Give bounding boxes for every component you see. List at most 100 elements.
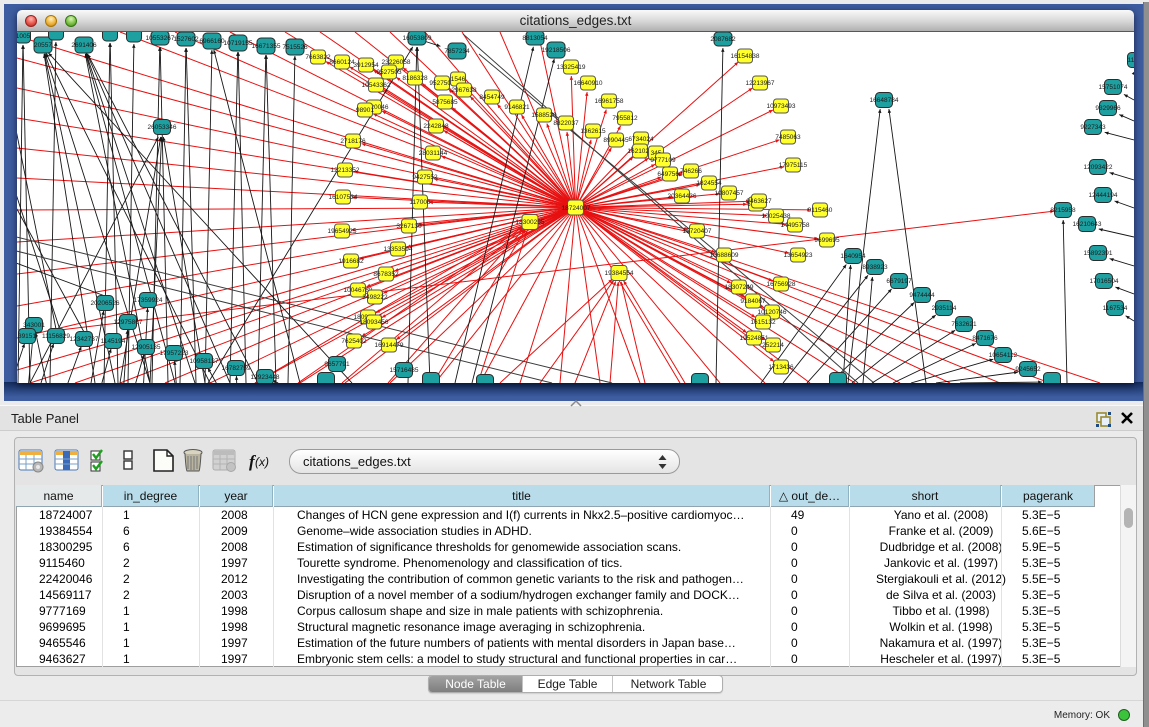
svg-text:10973493: 10973493 [767, 103, 796, 110]
svg-text:6966160: 6966160 [199, 38, 225, 45]
svg-text:13353594: 13353594 [384, 246, 413, 253]
svg-text:20557: 20557 [34, 42, 52, 49]
svg-text:18300295: 18300295 [516, 219, 545, 226]
svg-text:15716485: 15716485 [390, 367, 419, 374]
svg-text:9427552: 9427552 [412, 174, 438, 181]
svg-text:8215958: 8215958 [1050, 207, 1076, 214]
svg-text:12923448: 12923448 [251, 374, 280, 381]
svg-text:18724007: 18724007 [562, 205, 591, 212]
svg-text:15720407: 15720407 [683, 228, 712, 235]
svg-text:8471676: 8471676 [972, 335, 998, 342]
svg-text:39151: 39151 [18, 333, 36, 340]
svg-text:11156829: 11156829 [42, 333, 70, 340]
svg-text:10543362: 10543362 [362, 82, 391, 89]
svg-text:8990445: 8990445 [603, 137, 629, 144]
svg-text:10958127: 10958127 [190, 358, 219, 365]
svg-text:8186328: 8186328 [402, 75, 428, 82]
svg-text:9115460: 9115460 [808, 207, 833, 214]
svg-text:14495758: 14495758 [781, 222, 810, 229]
svg-text:1713436: 1713436 [768, 364, 794, 371]
svg-text:2935114: 2935114 [932, 305, 957, 312]
svg-text:9245652: 9245652 [1015, 366, 1041, 373]
svg-text:1527602: 1527602 [173, 36, 199, 43]
svg-text:3912954: 3912954 [353, 62, 379, 69]
svg-text:2718176: 2718176 [340, 138, 366, 145]
svg-text:8322037: 8322037 [553, 120, 579, 127]
svg-text:9329966: 9329966 [1095, 105, 1121, 112]
svg-text:7515526: 7515526 [282, 44, 308, 51]
svg-text:18093456: 18093456 [360, 319, 389, 326]
svg-text:19524851: 19524851 [740, 335, 769, 342]
svg-text:9463627: 9463627 [746, 198, 772, 205]
svg-text:10719155: 10719155 [224, 40, 253, 47]
svg-text:7625402: 7625402 [341, 338, 367, 345]
svg-text:8678352: 8678352 [373, 271, 399, 278]
svg-text:8660124: 8660124 [329, 59, 355, 66]
svg-text:16961758: 16961758 [595, 98, 624, 105]
svg-text:8938923: 8938923 [862, 264, 888, 271]
svg-text:252214: 252214 [762, 342, 784, 349]
svg-text:13654923: 13654923 [784, 252, 813, 259]
svg-text:10654112: 10654112 [989, 352, 1018, 359]
svg-text:9699695: 9699695 [814, 237, 840, 244]
svg-text:2087682: 2087682 [710, 36, 736, 43]
svg-text:16053809: 16053809 [403, 35, 432, 42]
svg-text:9657791: 9657791 [324, 361, 350, 368]
svg-text:7857234: 7857234 [444, 48, 470, 55]
svg-text:1824554: 1824554 [696, 180, 722, 187]
svg-text:17016504: 17016504 [1090, 278, 1119, 285]
svg-text:8454749: 8454749 [479, 94, 505, 101]
svg-text:(x): (x) [255, 455, 269, 469]
svg-text:3267130: 3267130 [396, 223, 422, 230]
svg-text:18307249: 18307249 [725, 284, 754, 291]
svg-text:9527503: 9527503 [376, 69, 402, 76]
svg-text:9474444: 9474444 [909, 292, 935, 299]
svg-text:12444194: 12444194 [1089, 192, 1118, 199]
svg-text:16914479: 16914479 [375, 342, 404, 349]
svg-text:17975115: 17975115 [779, 162, 808, 169]
svg-text:9777109: 9777109 [650, 157, 676, 164]
svg-text:20206526: 20206526 [91, 300, 120, 307]
svg-text:13325419: 13325419 [557, 64, 586, 71]
svg-text:7955812: 7955812 [612, 115, 638, 122]
svg-text:7632621: 7632621 [951, 321, 977, 328]
svg-text:17957223: 17957223 [160, 350, 189, 357]
svg-text:12213352: 12213352 [331, 167, 360, 174]
svg-text:16648784: 16648784 [870, 97, 899, 104]
svg-text:16671355: 16671355 [252, 43, 281, 50]
svg-text:19654925: 19654925 [328, 228, 357, 235]
svg-text:15751074: 15751074 [1099, 84, 1128, 91]
svg-text:2691406: 2691406 [71, 42, 97, 49]
svg-text:19218506: 19218506 [542, 47, 571, 54]
svg-text:1588520: 1588520 [531, 112, 557, 119]
svg-text:1615132: 1615132 [750, 319, 776, 326]
svg-text:1167534: 1167534 [1103, 305, 1128, 312]
svg-text:28031144: 28031144 [419, 150, 448, 157]
svg-text:117006: 117006 [409, 199, 431, 206]
svg-text:9227343: 9227343 [1080, 124, 1106, 131]
svg-text:17359924: 17359924 [134, 297, 163, 304]
svg-text:26053346: 26053346 [148, 124, 177, 131]
svg-text:16756928: 16756928 [767, 281, 796, 288]
svg-text:1005: 1005 [17, 33, 31, 40]
svg-text:6734024: 6734024 [628, 136, 654, 143]
svg-text:343001: 343001 [23, 322, 45, 329]
svg-text:3498222: 3498222 [362, 294, 388, 301]
svg-text:1546: 1546 [451, 76, 466, 83]
svg-text:15892391: 15892391 [1084, 250, 1113, 257]
svg-text:12905135: 12905135 [132, 344, 161, 351]
svg-text:19384554: 19384554 [605, 270, 634, 277]
svg-text:1640954: 1640954 [840, 253, 866, 260]
svg-text:16210643: 16210643 [1073, 221, 1102, 228]
svg-text:1916682: 1916682 [338, 258, 364, 265]
svg-text:9146821: 9146821 [504, 104, 530, 111]
svg-text:10688609: 10688609 [710, 252, 739, 259]
svg-text:6679197: 6679197 [886, 278, 912, 285]
svg-text:1362615: 1362615 [580, 128, 606, 135]
svg-text:11123: 11123 [1127, 57, 1134, 64]
svg-text:8813054: 8813054 [522, 35, 548, 42]
svg-text:10025438: 10025438 [762, 213, 791, 220]
svg-text:1145194: 1145194 [101, 338, 126, 345]
svg-text:98901: 98901 [356, 107, 374, 114]
svg-text:12342737: 12342737 [70, 336, 99, 343]
